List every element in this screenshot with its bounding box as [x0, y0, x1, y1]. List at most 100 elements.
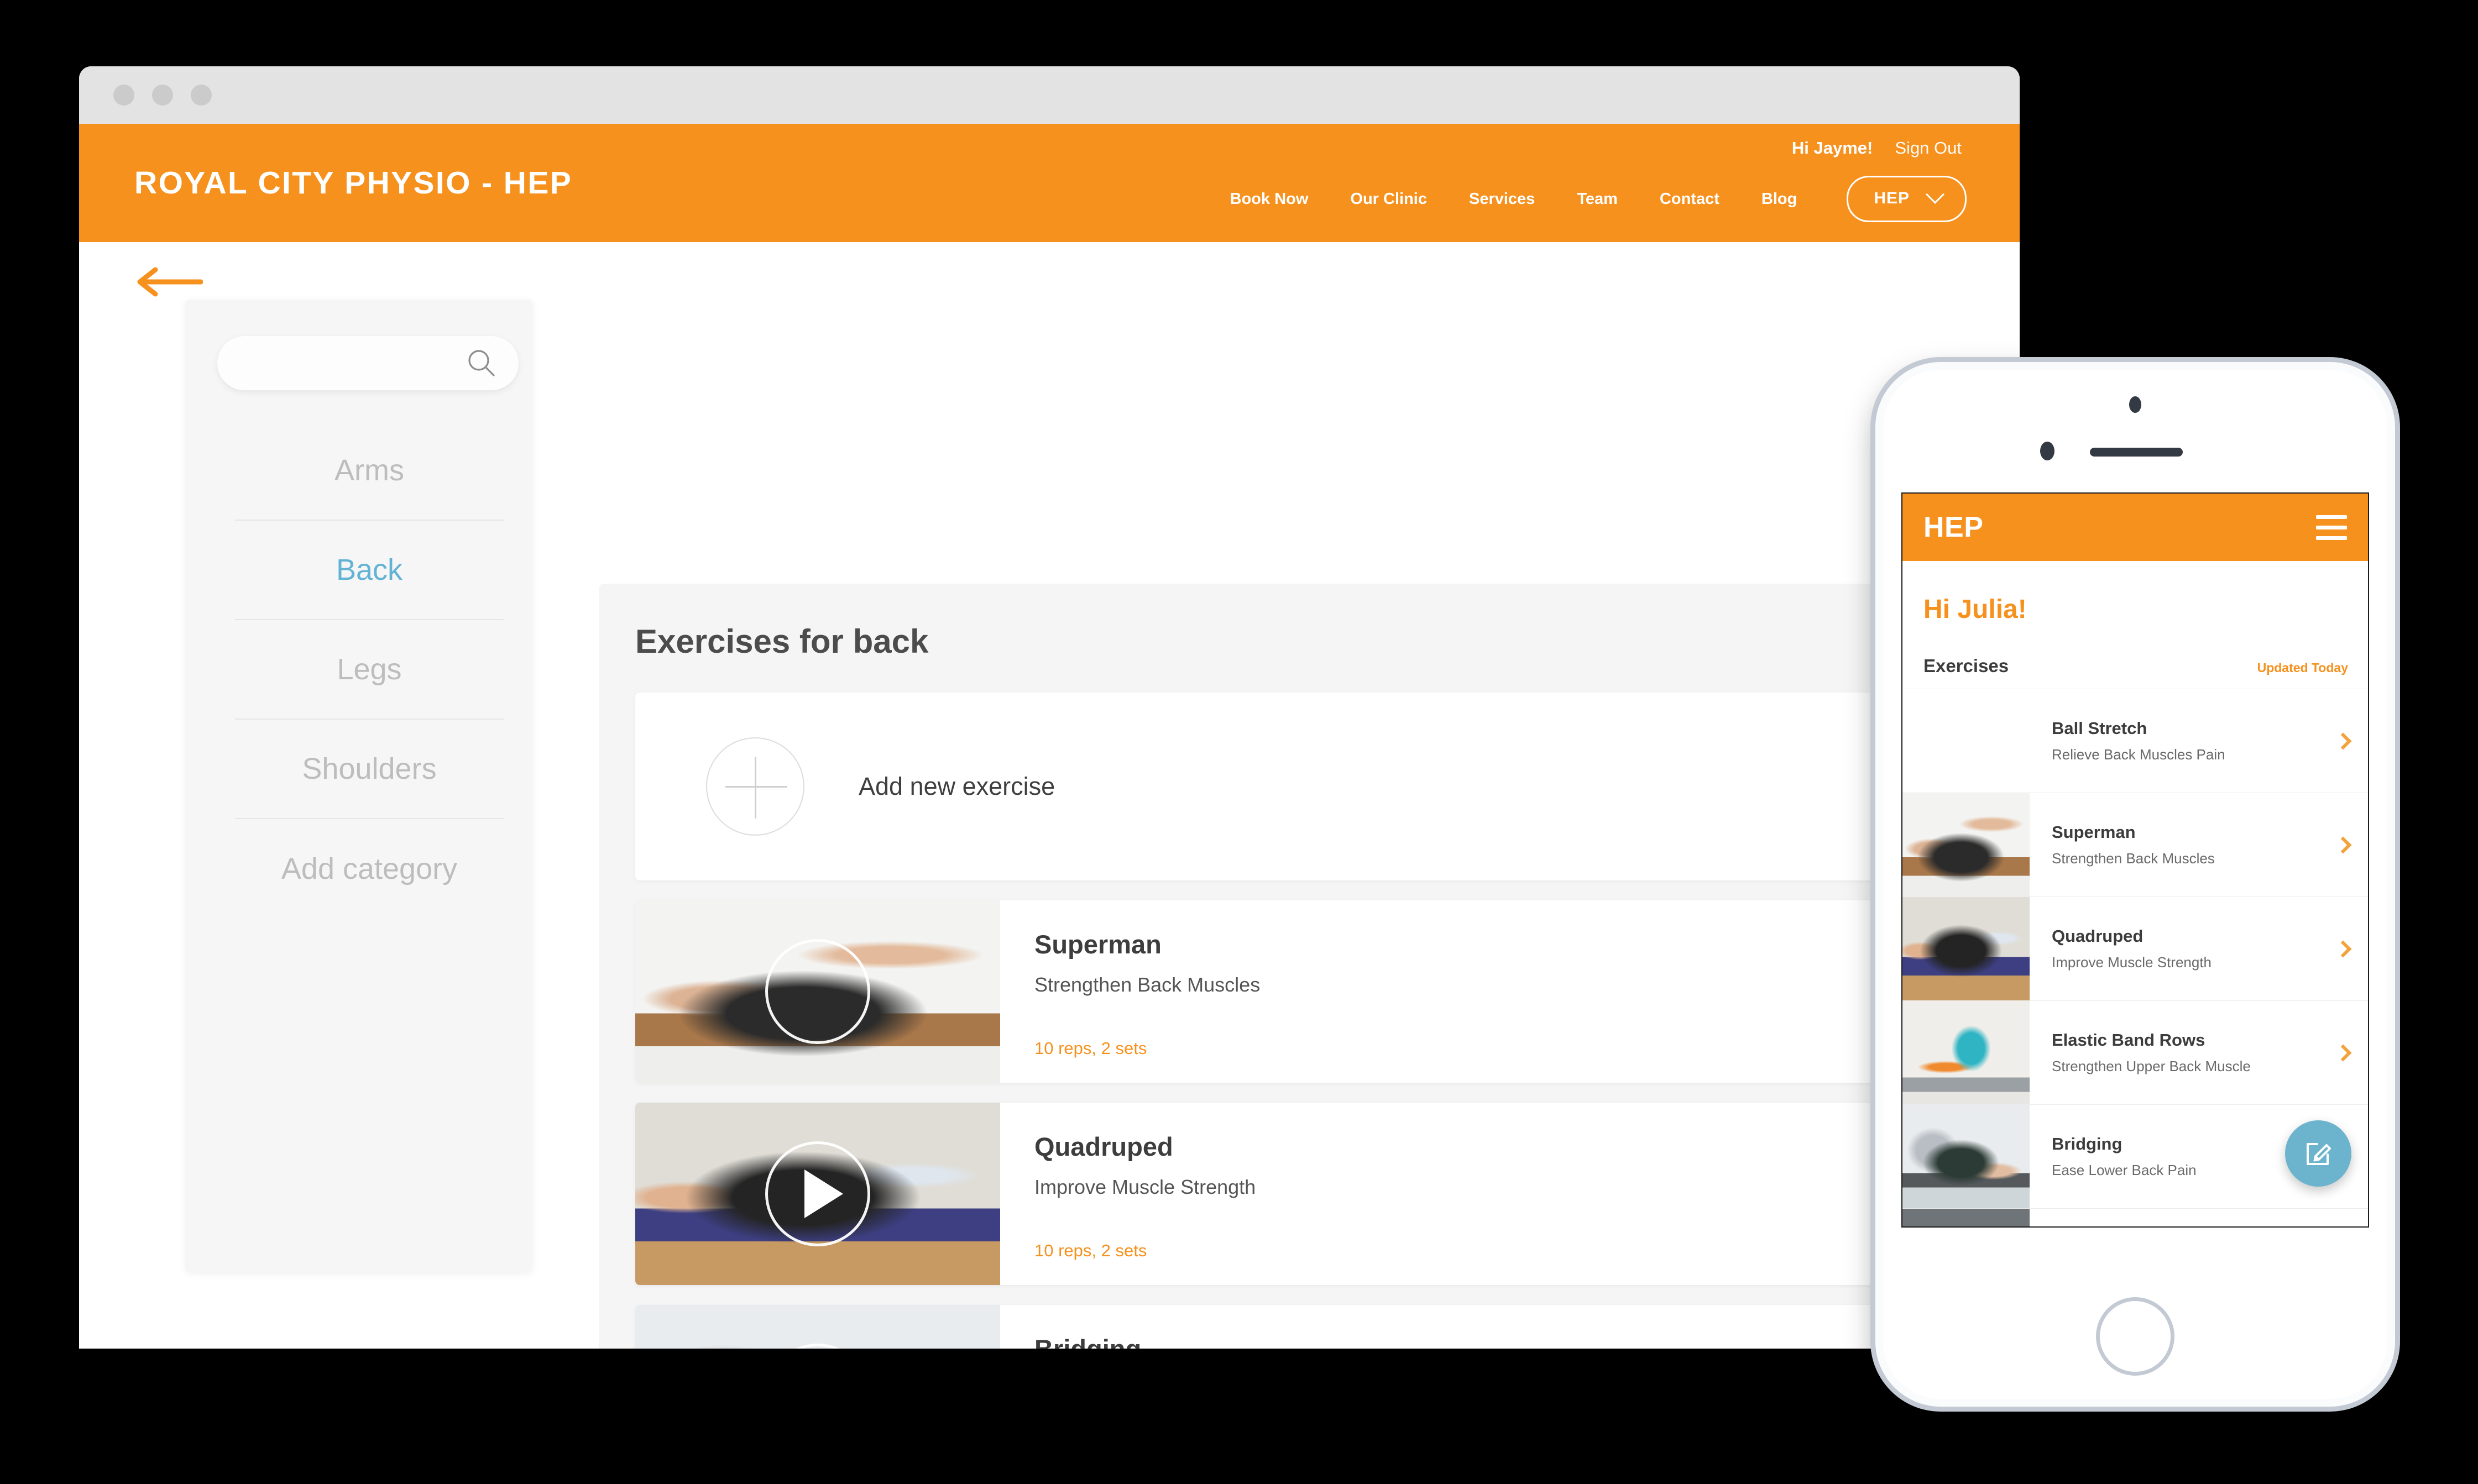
back-button[interactable] — [134, 265, 212, 304]
exercise-thumbnail[interactable] — [635, 1305, 1000, 1349]
nav-item-services[interactable]: Services — [1469, 190, 1535, 208]
list-item-name: Quadruped — [2052, 926, 2144, 946]
exercise-name: Bridging — [1034, 1334, 2020, 1349]
list-item-thumbnail — [1902, 793, 2030, 896]
exercise-name: Superman — [1034, 930, 1162, 959]
exercise-name: Quadruped — [1034, 1132, 1173, 1161]
sidebar-item-shoulders[interactable]: Shoulders — [235, 720, 504, 819]
list-item-description: Strengthen Back Muscles — [2052, 850, 2215, 867]
exercise-panel: Exercises for back Add new exercise Supe… — [599, 584, 2020, 1349]
play-icon[interactable] — [804, 1170, 843, 1218]
exercise-image — [635, 1305, 1000, 1349]
chevron-right-icon[interactable] — [2318, 1001, 2368, 1104]
list-item-description: Strengthen Upper Back Muscle — [2052, 1058, 2251, 1074]
window-maximize-button[interactable] — [191, 85, 212, 106]
phone-mockup: HEP Hi Julia! Exercises Updated Today Ba… — [1875, 362, 2395, 1407]
list-item-text: Superman Strengthen Back Muscles — [2030, 793, 2318, 896]
list-item[interactable]: Ball Stretch Relieve Back Muscles Pain — [1902, 689, 2368, 793]
arrow-left-icon — [137, 267, 203, 297]
mobile-section-header: Exercises Updated Today — [1902, 625, 2368, 689]
exercise-image — [1902, 1209, 2030, 1226]
add-new-exercise-button[interactable]: Add new exercise — [635, 693, 2020, 880]
list-item[interactable]: Superman Strengthen Back Muscles — [1902, 793, 2368, 897]
list-item[interactable] — [1902, 1209, 2368, 1226]
list-item-description: Improve Muscle Strength — [2052, 954, 2212, 971]
mobile-section-title: Exercises — [1923, 656, 2009, 676]
exercise-info: Bridging Improve Muscle Strength Around … — [1000, 1305, 2020, 1349]
list-item-thumbnail — [1902, 1209, 2030, 1226]
nav-item-book-now[interactable]: Book Now — [1230, 190, 1309, 208]
chevron-right-icon[interactable] — [2318, 689, 2368, 793]
home-button[interactable] — [2096, 1297, 2174, 1376]
exercise-image — [1902, 1001, 2030, 1104]
site-brand: ROYAL CITY PHYSIO - HEP — [134, 165, 573, 201]
list-item-thumbnail — [1902, 1105, 2030, 1208]
browser-window: ROYAL CITY PHYSIO - HEP Hi Jayme! Sign O… — [79, 66, 2020, 1349]
sidebar-item-legs[interactable]: Legs — [235, 620, 504, 720]
proximity-sensor-icon — [2040, 442, 2054, 460]
search-icon — [468, 350, 495, 376]
earpiece-speaker-icon — [2090, 448, 2183, 457]
edit-icon — [2307, 1143, 2331, 1165]
nav-item-contact[interactable]: Contact — [1660, 190, 1719, 208]
mobile-greeting: Hi Julia! — [1923, 595, 2027, 624]
sidebar-item-back[interactable]: Back — [235, 521, 504, 620]
table-row[interactable]: Quadruped Improve Muscle Strength 10 rep… — [635, 1103, 2020, 1285]
chevron-down-icon — [1926, 185, 1944, 204]
window-minimize-button[interactable] — [152, 85, 173, 106]
list-item-thumbnail — [1902, 689, 2030, 793]
phone-screen: HEP Hi Julia! Exercises Updated Today Ba… — [1901, 492, 2369, 1228]
list-item-name: Bridging — [2052, 1134, 2122, 1153]
exercise-info: Superman Strengthen Back Muscles 10 reps… — [1000, 900, 2020, 1083]
list-item-description: Ease Lower Back Pain — [2052, 1162, 2197, 1178]
page-title: Exercises for back — [635, 623, 929, 660]
list-item-text: Ball Stretch Relieve Back Muscles Pain — [2030, 689, 2318, 793]
hep-dropdown-button[interactable]: HEP — [1847, 176, 1967, 222]
exercise-image — [1902, 689, 2030, 793]
list-item-text: Elastic Band Rows Strengthen Upper Back … — [2030, 1001, 2318, 1104]
site-header: ROYAL CITY PHYSIO - HEP Hi Jayme! Sign O… — [79, 124, 2020, 242]
chevron-right-icon[interactable] — [2318, 897, 2368, 1000]
add-new-exercise-label: Add new exercise — [859, 772, 1055, 800]
page-body: Arms Back Legs Shoulders Add category Ex… — [79, 242, 2020, 1349]
hamburger-menu-icon[interactable] — [2316, 515, 2347, 540]
hep-dropdown-label: HEP — [1874, 189, 1910, 207]
screenshot-stage: ROYAL CITY PHYSIO - HEP Hi Jayme! Sign O… — [0, 0, 2478, 1484]
front-camera-icon — [2129, 396, 2141, 413]
exercise-image — [1902, 1105, 2030, 1208]
play-ring-icon — [765, 939, 870, 1044]
exercise-reps: 10 reps, 2 sets — [1034, 1039, 1147, 1058]
list-item[interactable]: Elastic Band Rows Strengthen Upper Back … — [1902, 1001, 2368, 1105]
nav-item-team[interactable]: Team — [1577, 190, 1618, 208]
nav-item-our-clinic[interactable]: Our Clinic — [1350, 190, 1427, 208]
exercise-thumbnail[interactable] — [635, 1103, 1000, 1285]
chevron-right-icon[interactable] — [2318, 793, 2368, 896]
exercise-thumbnail[interactable] — [635, 900, 1000, 1083]
main-navigation: Book Now Our Clinic Services Team Contac… — [1230, 176, 1967, 222]
category-sidebar: Arms Back Legs Shoulders Add category — [185, 300, 532, 1272]
list-item-name: Ball Stretch — [2052, 719, 2147, 738]
exercise-image — [1902, 793, 2030, 896]
edit-fab-button[interactable] — [2285, 1120, 2351, 1187]
mobile-app-title: HEP — [1923, 511, 1984, 543]
sidebar-item-add-category[interactable]: Add category — [235, 819, 504, 919]
search-input[interactable] — [217, 336, 519, 390]
exercise-reps: 10 reps, 2 sets — [1034, 1241, 1147, 1260]
table-row[interactable]: Superman Strengthen Back Muscles 10 reps… — [635, 900, 2020, 1083]
category-list: Arms Back Legs Shoulders Add category — [235, 421, 504, 919]
list-item[interactable]: Quadruped Improve Muscle Strength — [1902, 897, 2368, 1001]
nav-item-blog[interactable]: Blog — [1761, 190, 1797, 208]
list-item-name: Superman — [2052, 822, 2136, 842]
list-item-text: Quadruped Improve Muscle Strength — [2030, 897, 2318, 1000]
plus-icon — [706, 737, 804, 836]
window-close-button[interactable] — [113, 85, 134, 106]
sidebar-item-arms[interactable]: Arms — [235, 421, 504, 521]
list-item-thumbnail — [1902, 1001, 2030, 1104]
exercise-description: Strengthen Back Muscles — [1034, 973, 1261, 996]
exercise-description: Improve Muscle Strength — [1034, 1176, 1256, 1198]
browser-titlebar — [79, 66, 2020, 124]
list-item-description: Relieve Back Muscles Pain — [2052, 746, 2225, 763]
table-row[interactable]: Bridging Improve Muscle Strength Around … — [635, 1305, 2020, 1349]
list-item-text: Bridging Ease Lower Back Pain — [2030, 1105, 2318, 1208]
sign-out-link[interactable]: Sign Out — [1895, 138, 1962, 158]
